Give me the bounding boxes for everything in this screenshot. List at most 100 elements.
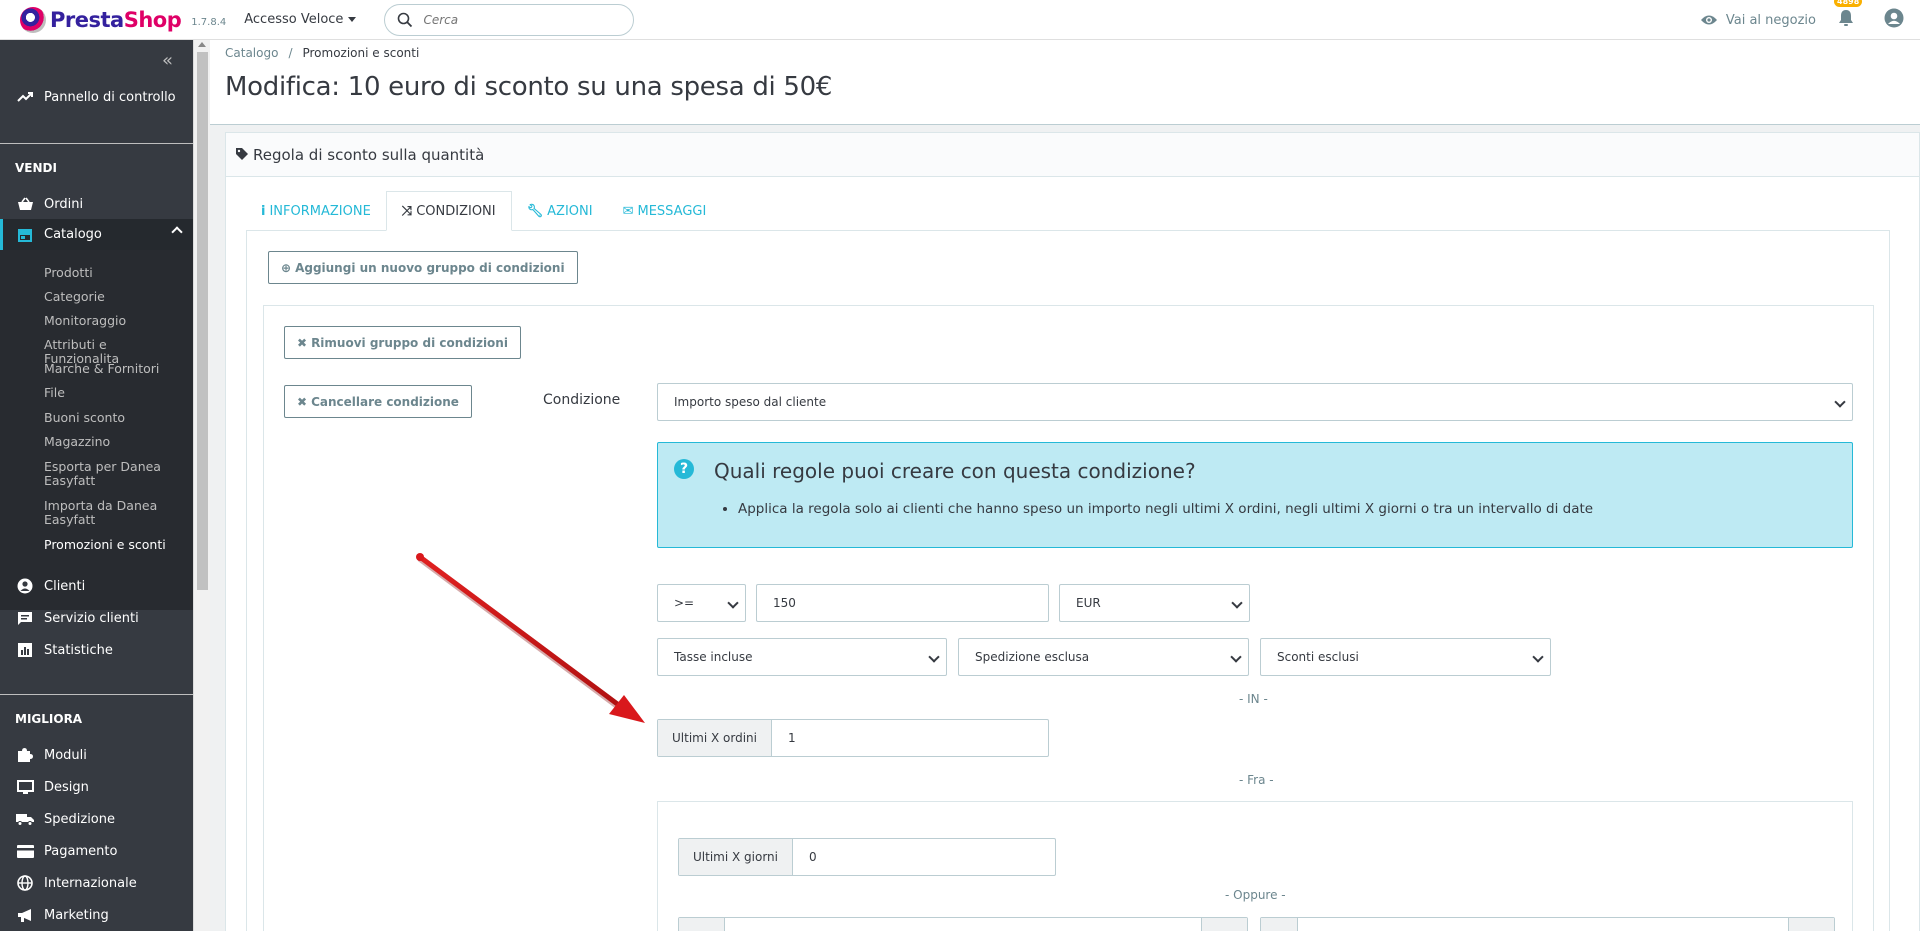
quick-access-label: Accesso Veloce	[244, 12, 344, 27]
bell-icon	[1839, 10, 1853, 26]
tab-messages[interactable]: ✉ MESSAGGI	[608, 191, 722, 231]
remove-condition-group-button[interactable]: ✖ Rimuovi gruppo di condizioni	[284, 326, 521, 359]
sidebar-nav: « Pannello di controllo VENDI Ordini Cat…	[0, 40, 193, 931]
add-condition-group-button[interactable]: ⊕ Aggiungi un nuovo gruppo di condizioni	[268, 251, 578, 284]
separator-in: - IN -	[1239, 692, 1268, 706]
sidebar-item-design[interactable]: Design	[0, 778, 193, 796]
sidebar-item-dashboard[interactable]: Pannello di controllo	[0, 88, 193, 106]
sidebar-item-shipping[interactable]: Spedizione	[0, 810, 193, 828]
puzzle-icon	[15, 747, 35, 763]
sidebar-subitem-brands[interactable]: Marche & Fornitori	[44, 362, 184, 376]
sidebar-item-label: Internazionale	[44, 875, 137, 891]
alert-list-item: Applica la regola solo ai clienti che ha…	[738, 501, 1593, 517]
chevron-down-icon	[727, 597, 739, 609]
breadcrumb-link-catalog[interactable]: Catalogo	[225, 46, 278, 60]
scrollbar-thumb[interactable]	[197, 52, 208, 590]
last-days-input-group: Ultimi X giorni 0	[678, 838, 1056, 876]
tab-information[interactable]: i INFORMAZIONE	[246, 191, 386, 231]
tax-select[interactable]: Tasse incluse	[657, 638, 947, 676]
eye-icon	[1700, 15, 1717, 25]
condition-type-select[interactable]: Importo speso dal cliente	[657, 383, 1853, 421]
basket-icon	[15, 197, 35, 211]
question-icon: ?	[674, 459, 694, 479]
view-shop-label: Vai al negozio	[1725, 12, 1816, 28]
sidebar-item-orders[interactable]: Ordini	[0, 195, 193, 213]
scroll-up-arrow-icon[interactable]	[198, 42, 206, 47]
separator-between: - Fra -	[1239, 773, 1274, 787]
operator-select[interactable]: >=	[657, 584, 746, 622]
sidebar-item-stats[interactable]: Statistiche	[0, 641, 193, 659]
bar-chart-icon	[15, 643, 35, 657]
sidebar-subitem-export-danea[interactable]: Esporta per Danea Easyfatt	[44, 460, 184, 488]
select-value: EUR	[1076, 596, 1101, 610]
alert-list: Applica la regola solo ai clienti che ha…	[738, 501, 1593, 517]
sidebar-subitem-import-danea[interactable]: Importa da Danea Easyfatt	[44, 499, 184, 527]
sidebar-item-label: Marketing	[44, 907, 109, 923]
megaphone-icon	[15, 908, 35, 923]
sidebar-item-label: Servizio clienti	[44, 610, 139, 626]
sidebar-subitem-monitoring[interactable]: Monitoraggio	[44, 314, 184, 328]
button-label: Cancellare condizione	[311, 394, 459, 409]
sidebar-item-payment[interactable]: Pagamento	[0, 842, 193, 860]
sidebar-item-customers[interactable]: Clienti	[0, 577, 193, 595]
view-shop-link[interactable]: Vai al negozio	[1700, 13, 1816, 28]
monitor-icon	[15, 779, 35, 795]
sidebar-subitem-files[interactable]: File	[44, 386, 184, 400]
collapse-sidebar-icon[interactable]: «	[162, 50, 173, 71]
date-from-input[interactable]: 2023-10-16 00:00:00	[725, 918, 1201, 931]
shipping-select[interactable]: Spedizione esclusa	[958, 638, 1249, 676]
user-account-button[interactable]	[1884, 8, 1904, 32]
sidebar-item-modules[interactable]: Moduli	[0, 746, 193, 764]
sidebar-subitem-promotions[interactable]: Promozioni e sconti	[44, 538, 184, 552]
sidebar-item-catalog[interactable]: Catalogo	[0, 219, 193, 250]
tab-label: INFORMAZIONE	[269, 203, 371, 219]
sidebar-subitem-vouchers[interactable]: Buoni sconto	[44, 411, 184, 425]
tag-icon	[236, 146, 248, 164]
sidebar-item-label: Spedizione	[44, 811, 115, 827]
person-icon	[15, 578, 35, 594]
amount-input[interactable]: 150	[756, 584, 1049, 622]
info-icon: i	[261, 203, 266, 219]
sidebar-scrollbar[interactable]	[193, 40, 210, 931]
version-label: 1.7.8.4	[191, 17, 227, 28]
calendar-icon[interactable]	[1201, 918, 1247, 931]
sidebar-subitem-categories[interactable]: Categorie	[44, 290, 184, 304]
tab-conditions[interactable]: ⤨ CONDIZIONI	[385, 191, 512, 231]
chevron-down-icon	[928, 651, 940, 663]
last-orders-input[interactable]: 1	[772, 720, 796, 756]
plus-circle-icon: ⊕	[281, 260, 292, 275]
date-to-group: A 2023-11-23 00:00:00	[1260, 917, 1835, 931]
prestashop-logo[interactable]: PrestaShop	[20, 6, 182, 33]
sidebar-item-international[interactable]: Internazionale	[0, 874, 193, 892]
calendar-icon[interactable]	[1788, 918, 1834, 931]
sidebar-item-label: Pannello di controllo	[44, 89, 176, 105]
discounts-select[interactable]: Sconti esclusi	[1260, 638, 1551, 676]
delete-condition-button[interactable]: ✖ Cancellare condizione	[284, 385, 472, 418]
close-icon: ✖	[297, 335, 308, 350]
search-input[interactable]	[423, 12, 604, 27]
date-from-label: Da	[679, 918, 725, 931]
cart-rule-panel: Regola di sconto sulla quantità i INFORMA…	[225, 132, 1920, 931]
currency-select[interactable]: EUR	[1059, 584, 1250, 622]
button-label: Rimuovi gruppo di condizioni	[311, 335, 508, 350]
sidebar-item-marketing[interactable]: Marketing	[0, 906, 193, 924]
last-days-input[interactable]: 0	[793, 839, 817, 875]
last-orders-input-group: Ultimi X ordini 1	[657, 719, 1049, 757]
quick-access-dropdown[interactable]: Accesso Veloce	[244, 12, 357, 27]
date-to-input[interactable]: 2023-11-23 00:00:00	[1298, 918, 1788, 931]
notifications-button[interactable]: 4898	[1834, 0, 1863, 31]
chat-icon	[15, 611, 35, 626]
prestashop-logo-icon	[20, 6, 46, 33]
sidebar-subitem-stock[interactable]: Magazzino	[44, 435, 184, 449]
select-value: Sconti esclusi	[1277, 650, 1359, 664]
search-box[interactable]	[384, 3, 635, 36]
chevron-down-icon	[1532, 651, 1544, 663]
chevron-up-icon	[171, 226, 183, 238]
select-value: >=	[674, 596, 695, 610]
select-value: Importo speso dal cliente	[674, 395, 827, 409]
tab-actions[interactable]: 🔧︎ AZIONI	[512, 191, 608, 231]
sidebar-divider	[0, 694, 193, 695]
date-from-group: Da 2023-10-16 00:00:00	[678, 917, 1248, 931]
sidebar-subitem-products[interactable]: Prodotti	[44, 266, 184, 280]
sidebar-item-customer-service[interactable]: Servizio clienti	[0, 609, 193, 627]
